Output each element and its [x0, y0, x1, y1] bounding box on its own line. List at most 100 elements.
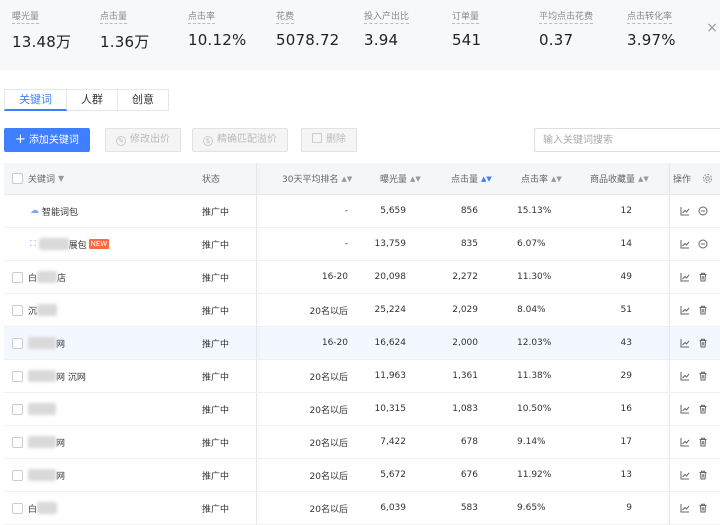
delete-button[interactable]: 删除 [301, 128, 357, 152]
header-impressions[interactable]: 曝光量 ▲▼ [380, 163, 421, 194]
header-clicks[interactable]: 点击量 ▲▼ [451, 163, 492, 194]
header-impressions-label: 曝光量 [380, 175, 408, 185]
sort-icon[interactable]: ▲▼ [638, 175, 649, 183]
table-row[interactable]: ⛶ 展包 NEW 推广中 - 13,759 835 6.07% 14 [4, 228, 720, 261]
table-row[interactable]: 网 推广中 20名以后 5,672 676 11.92% 13 [4, 459, 720, 492]
blurred-text [28, 403, 56, 415]
delete-icon[interactable] [698, 437, 708, 447]
clicks-cell: 2,000 [452, 338, 478, 348]
favorites-cell: 14 [620, 239, 632, 249]
modify-bid-button[interactable]: ✎ 修改出价 [105, 128, 181, 152]
metric-label: 订单量 [452, 9, 480, 24]
trend-chart-icon[interactable] [680, 338, 690, 348]
blurred-text [28, 469, 56, 481]
gear-icon[interactable] [702, 163, 713, 194]
table-row[interactable]: 沉 推广中 20名以后 25,224 2,029 8.04% 51 [4, 294, 720, 327]
keyword-text: 网 沉网 [56, 372, 86, 383]
tab-keywords[interactable]: 关键词 [4, 89, 67, 111]
row-checkbox[interactable] [12, 294, 23, 326]
header-favorites[interactable]: 商品收藏量 ▲▼ [590, 163, 649, 194]
table-row[interactable]: 推广中 20名以后 10,315 1,083 10.50% 16 [4, 393, 720, 426]
row-checkbox[interactable] [12, 360, 23, 392]
trend-chart-icon[interactable] [680, 305, 690, 315]
precise-match-button[interactable]: $ 精确匹配溢价 [192, 128, 288, 152]
keyword-cell[interactable] [28, 393, 56, 425]
impressions-cell: 16,624 [374, 338, 407, 348]
add-keyword-button[interactable]: + 添加关键词 [4, 128, 90, 152]
table-row[interactable]: 白 推广中 20名以后 6,039 583 9.65% 9 [4, 492, 720, 525]
keyword-cell[interactable]: 白 [28, 492, 58, 524]
filter-icon[interactable]: ▼ [58, 174, 64, 183]
trend-chart-icon[interactable] [680, 404, 690, 414]
trend-chart-icon[interactable] [680, 206, 690, 216]
row-checkbox[interactable] [12, 492, 23, 524]
rank-cell: 16-20 [321, 272, 348, 282]
table-row[interactable]: 网 推广中 20名以后 7,422 678 9.14% 17 [4, 426, 720, 459]
header-ctr[interactable]: 点击率 ▲▼ [521, 163, 562, 194]
sort-icon[interactable]: ▲▼ [481, 175, 492, 183]
table-row[interactable]: 网 推广中 16-20 16,624 2,000 12.03% 43 [4, 327, 720, 360]
row-checkbox[interactable] [12, 459, 23, 491]
close-icon[interactable]: × [706, 20, 718, 36]
sort-icon[interactable]: ▲▼ [551, 175, 562, 183]
sort-icon[interactable]: ▲▼ [341, 175, 352, 183]
keyword-cell[interactable]: ☁ 智能词包 [30, 195, 78, 227]
table-row[interactable]: ☁ 智能词包 推广中 - 5,659 856 15.13% 12 [4, 195, 720, 228]
delete-icon[interactable] [698, 305, 708, 315]
row-checkbox[interactable] [12, 426, 23, 458]
favorites-cell: 43 [620, 338, 632, 348]
ctr-cell: 11.92% [517, 470, 552, 480]
keyword-cell[interactable]: 网 沉网 [28, 360, 86, 392]
header-rank[interactable]: 30天平均排名 ▲▼ [282, 163, 352, 194]
clicks-cell: 583 [460, 503, 478, 513]
impressions-cell: 10,315 [374, 404, 407, 414]
row-checkbox[interactable] [12, 261, 23, 293]
keyword-cell[interactable]: 网 [28, 327, 65, 359]
new-badge: NEW [88, 239, 110, 249]
delete-icon[interactable] [698, 404, 708, 414]
delete-icon[interactable] [698, 338, 708, 348]
delete-icon[interactable] [698, 272, 708, 282]
keyword-search-input[interactable] [534, 128, 720, 152]
metric-value: 541 [452, 31, 482, 49]
trend-chart-icon[interactable] [680, 371, 690, 381]
row-checkbox[interactable] [12, 327, 23, 359]
trend-chart-icon[interactable] [680, 470, 690, 480]
delete-icon[interactable] [698, 371, 708, 381]
header-keyword[interactable]: 关键词 ▼ [28, 163, 64, 194]
keyword-cell[interactable]: 沉 [28, 294, 58, 326]
expand-icon: ⛶ [30, 239, 36, 248]
header-rank-label: 30天平均排名 [282, 175, 339, 185]
delete-icon[interactable] [698, 470, 708, 480]
pause-icon[interactable] [698, 239, 708, 249]
blurred-text [37, 271, 58, 283]
table-row[interactable]: 网 沉网 推广中 20名以后 11,963 1,361 11.38% 29 [4, 360, 720, 393]
keyword-cell[interactable]: 网 [28, 426, 65, 458]
trend-chart-icon[interactable] [680, 503, 690, 513]
metric-label: 曝光量 [12, 9, 40, 24]
sort-icon[interactable]: ▲▼ [410, 175, 421, 183]
metric-impressions: 曝光量 13.48万 [12, 4, 71, 52]
table-row[interactable]: 白店推广中 16-20 20,098 2,272 11.30% 49 [4, 261, 720, 294]
trend-chart-icon[interactable] [680, 239, 690, 249]
delete-icon[interactable] [698, 503, 708, 513]
impressions-cell: 7,422 [380, 437, 406, 447]
keyword-cell[interactable]: 白店 [28, 261, 66, 293]
keyword-cell[interactable]: ⛶ 展包 NEW [30, 228, 110, 260]
clicks-cell: 2,272 [452, 272, 478, 282]
metric-clicks: 点击量 1.36万 [100, 4, 149, 52]
metric-value: 10.12% [188, 31, 247, 49]
trend-chart-icon[interactable] [680, 437, 690, 447]
ctr-cell: 15.13% [517, 206, 552, 216]
metric-value: 5078.72 [276, 31, 340, 49]
pause-icon[interactable] [698, 206, 708, 216]
status-cell: 推广中 [202, 240, 230, 251]
row-checkbox[interactable] [12, 393, 23, 425]
tab-creative[interactable]: 创意 [118, 89, 169, 111]
tab-audience[interactable]: 人群 [67, 89, 118, 111]
select-all-checkbox[interactable] [12, 163, 23, 194]
trend-chart-icon[interactable] [680, 272, 690, 282]
keyword-cell[interactable]: 网 [28, 459, 65, 491]
table-body: ☁ 智能词包 推广中 -5,659 856 15.13% 12 ⛶ 展包 NEW 推广中 -13,75… [4, 195, 720, 525]
keyword-prefix: 沉 [28, 306, 38, 317]
